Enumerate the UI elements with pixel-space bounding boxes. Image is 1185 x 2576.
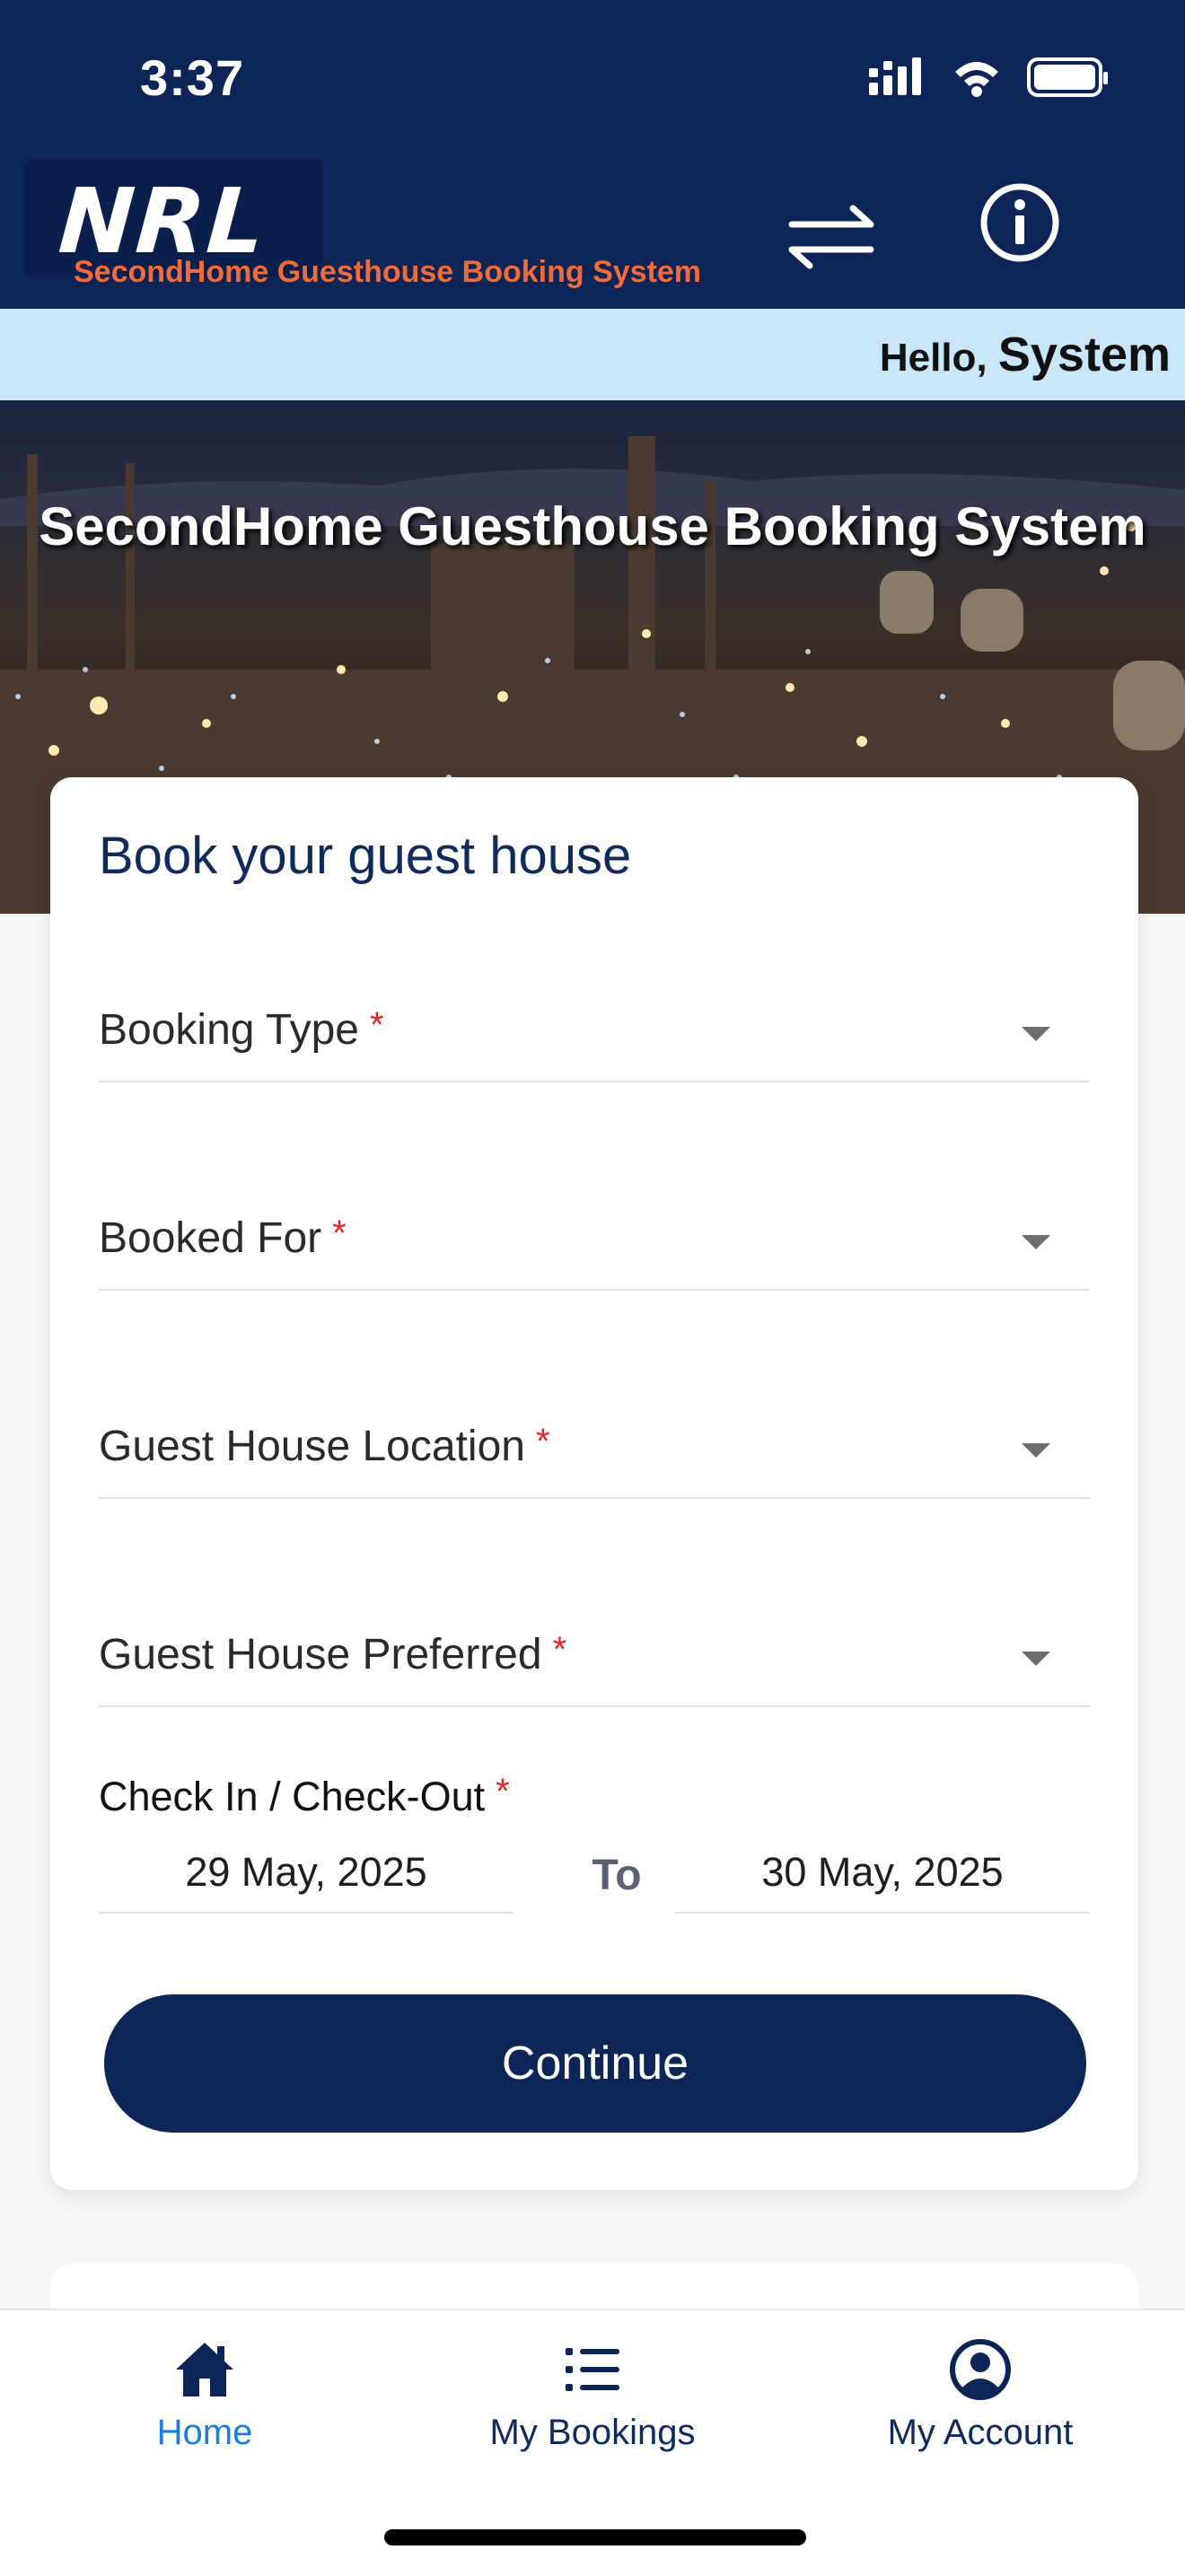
check-in-date-field[interactable]: 29 May, 2025 [99,1833,514,1914]
booking-type-label: Booking Type [99,1006,359,1054]
greeting-strip: Hello, System [0,309,1185,400]
field-label: Guest House Location * [99,1422,550,1471]
swap-arrows-icon [788,205,874,269]
greeting-user-name: System [997,328,1171,381]
chevron-down-icon [1022,1027,1050,1041]
hero-title: SecondHome Guesthouse Booking System [39,496,1146,556]
guest-house-location-label: Guest House Location [99,1423,525,1470]
info-icon [980,183,1059,262]
field-label: Booked For * [99,1214,347,1263]
home-icon [176,2343,233,2396]
card-title: Book your guest house [99,827,632,885]
status-bar: 3:37 [0,0,1185,154]
continue-button[interactable]: Continue [104,1994,1086,2133]
nav-my-bookings-label: My Bookings [489,2413,696,2452]
nav-home-label: Home [156,2413,253,2452]
dates-label: Check In / Check-Out * [99,1772,510,1820]
required-marker: * [552,1630,567,1669]
field-label: Guest House Preferred * [99,1630,566,1679]
status-icons [869,56,1110,102]
chevron-down-icon [1022,1652,1050,1666]
check-out-date-field[interactable]: 30 May, 2025 [675,1833,1090,1914]
greeting: Hello, System [880,327,1171,382]
greeting-hello: Hello, [879,336,988,380]
required-marker: * [535,1422,550,1461]
nav-my-account[interactable]: My Account [828,2337,1133,2472]
nav-my-bookings[interactable]: My Bookings [440,2337,745,2472]
dates-label-text: Check In / Check-Out [99,1774,486,1819]
account-icon [950,2339,1011,2400]
status-time: 3:37 [140,49,245,106]
booking-card: Book your guest house Booking Type * Book… [50,777,1138,2190]
battery-icon [1027,57,1108,97]
wifi-icon [955,62,998,97]
home-indicator [384,2529,806,2545]
booked-for-label: Booked For [99,1214,322,1262]
nav-home[interactable]: Home [52,2337,357,2472]
booking-type-select[interactable]: Booking Type * [99,973,1090,1082]
required-marker: * [370,1005,384,1045]
logo-subtitle: SecondHome Guesthouse Booking System [74,255,702,289]
guest-house-location-select[interactable]: Guest House Location * [99,1389,1090,1499]
field-label: Booking Type * [99,1005,384,1055]
date-range-separator: To [592,1852,642,1899]
chevron-down-icon [1022,1443,1050,1458]
cellular-signal-icon [869,57,921,95]
list-icon [566,2348,619,2391]
app-header: NRL SecondHome Guesthouse Booking System [0,154,1185,309]
guest-house-preferred-select[interactable]: Guest House Preferred * [99,1598,1090,1707]
info-button[interactable] [975,176,1065,269]
guest-house-preferred-label: Guest House Preferred [99,1631,542,1678]
switch-button[interactable] [777,185,885,284]
required-marker: * [496,1772,510,1811]
required-marker: * [332,1214,347,1253]
booked-for-select[interactable]: Booked For * [99,1181,1090,1291]
nav-my-account-label: My Account [887,2413,1074,2452]
chevron-down-icon [1022,1235,1050,1249]
